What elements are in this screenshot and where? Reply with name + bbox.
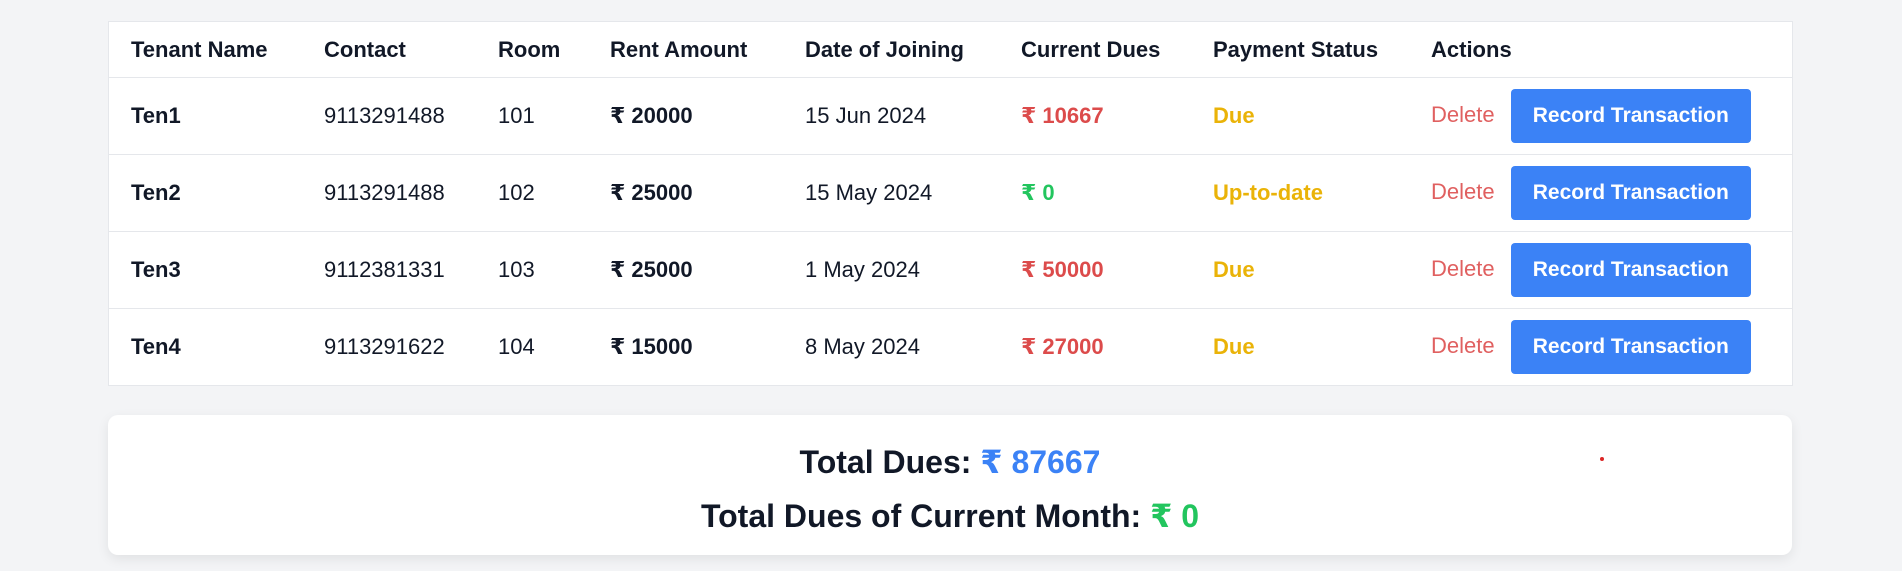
tenant-name: Ten1 (109, 77, 302, 155)
tenant-rent: ₹ 25000 (588, 231, 783, 309)
header-actions: Actions (1431, 36, 1512, 62)
tenant-name: Ten2 (109, 154, 302, 232)
total-dues-label: Total Dues: (799, 444, 972, 480)
table-row: Ten3 9112381331 103 ₹ 25000 1 May 2024 ₹… (109, 231, 1792, 309)
actions-cell: Delete Record Transaction (1409, 77, 1792, 155)
total-dues-line: Total Dues: ₹ 87667 (108, 443, 1792, 481)
tenant-joined: 15 May 2024 (783, 154, 999, 232)
record-transaction-button[interactable]: Record Transaction (1510, 320, 1751, 374)
header-date-of-joining: Date of Joining (805, 36, 964, 62)
table-row: Ten4 9113291622 104 ₹ 15000 8 May 2024 ₹… (109, 308, 1792, 385)
delete-button[interactable]: Delete (1431, 179, 1495, 204)
tenant-current-dues: ₹ 10667 (999, 77, 1191, 155)
table-row: Ten1 9113291488 101 ₹ 20000 15 Jun 2024 … (109, 77, 1792, 155)
tenant-room: 104 (476, 308, 588, 385)
tenant-contact: 9113291488 (302, 154, 476, 232)
tenant-rent: ₹ 20000 (588, 77, 783, 155)
payment-status: Due (1191, 231, 1409, 309)
payment-status: Up-to-date (1191, 154, 1409, 232)
tenant-joined: 15 Jun 2024 (783, 77, 999, 155)
tenants-table: Tenant Name Contact Room Rent Amount Dat… (109, 22, 1792, 385)
header-current-dues: Current Dues (1021, 36, 1161, 62)
tenant-current-dues: ₹ 0 (999, 154, 1191, 232)
current-month-dues-line: Total Dues of Current Month: ₹ 0 (108, 497, 1792, 535)
header-room: Room (498, 36, 561, 62)
tenant-room: 102 (476, 154, 588, 232)
tenant-joined: 1 May 2024 (783, 231, 999, 309)
tenant-current-dues: ₹ 50000 (999, 231, 1191, 309)
tenant-name: Ten3 (109, 231, 302, 309)
tenant-contact: 9113291622 (302, 308, 476, 385)
tenant-current-dues: ₹ 27000 (999, 308, 1191, 385)
delete-button[interactable]: Delete (1431, 256, 1495, 281)
record-transaction-button[interactable]: Record Transaction (1510, 243, 1751, 297)
current-month-dues-label: Total Dues of Current Month: (700, 498, 1142, 534)
actions-cell: Delete Record Transaction (1409, 154, 1792, 232)
payment-status: Due (1191, 77, 1409, 155)
cursor-dot (1600, 457, 1604, 461)
tenant-joined: 8 May 2024 (783, 308, 999, 385)
record-transaction-button[interactable]: Record Transaction (1510, 89, 1751, 143)
delete-button[interactable]: Delete (1431, 333, 1495, 358)
table-row: Ten2 9113291488 102 ₹ 25000 15 May 2024 … (109, 154, 1792, 232)
actions-cell: Delete Record Transaction (1409, 231, 1792, 309)
header-contact: Contact (324, 36, 406, 62)
actions-cell: Delete Record Transaction (1409, 308, 1792, 385)
table-header-row: Tenant Name Contact Room Rent Amount Dat… (109, 22, 1792, 78)
header-rent-amount: Rent Amount (610, 36, 748, 62)
tenants-table-container: Tenant Name Contact Room Rent Amount Dat… (108, 21, 1793, 386)
dues-summary-card: Total Dues: ₹ 87667 Total Dues of Curren… (108, 415, 1792, 555)
header-payment-status: Payment Status (1213, 36, 1379, 62)
tenant-room: 103 (476, 231, 588, 309)
header-tenant-name: Tenant Name (131, 36, 268, 62)
tenant-contact: 9113291488 (302, 77, 476, 155)
total-dues-value: ₹ 87667 (980, 444, 1101, 480)
current-month-dues-value: ₹ 0 (1150, 498, 1200, 534)
tenant-name: Ten4 (109, 308, 302, 385)
delete-button[interactable]: Delete (1431, 102, 1495, 127)
payment-status: Due (1191, 308, 1409, 385)
tenant-contact: 9112381331 (302, 231, 476, 309)
record-transaction-button[interactable]: Record Transaction (1510, 166, 1751, 220)
tenant-rent: ₹ 25000 (588, 154, 783, 232)
tenant-rent: ₹ 15000 (588, 308, 783, 385)
tenant-room: 101 (476, 77, 588, 155)
